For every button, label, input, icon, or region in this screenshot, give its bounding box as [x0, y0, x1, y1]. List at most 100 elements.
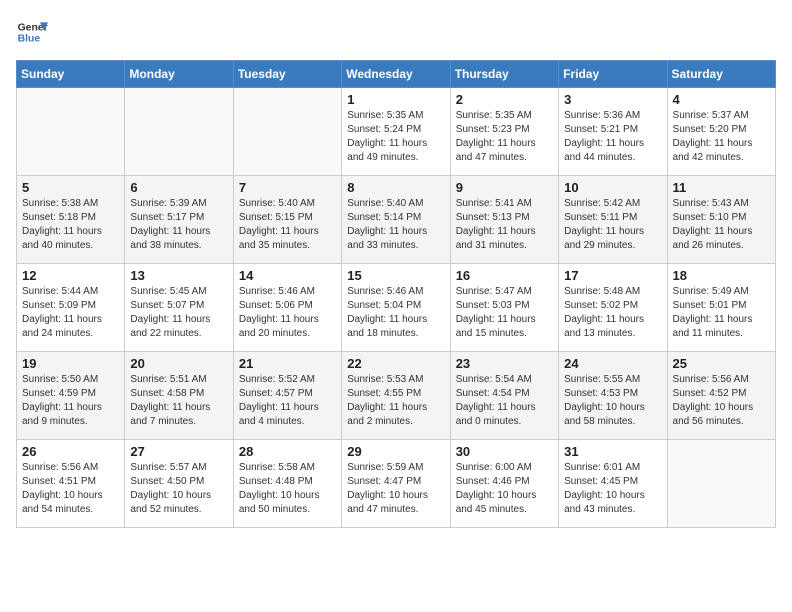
day-number: 31 — [564, 444, 661, 459]
day-number: 25 — [673, 356, 770, 371]
calendar-cell — [125, 88, 233, 176]
day-number: 3 — [564, 92, 661, 107]
calendar-cell: 28 Sunrise: 5:58 AM Sunset: 4:48 PM Dayli… — [233, 440, 341, 528]
calendar-week-row: 26Sunrise: 5:56 AM Sunset: 4:51 PM Dayli… — [17, 440, 776, 528]
day-number: 27 — [130, 444, 227, 459]
calendar-cell: 18 Sunrise: 5:49 AM Sunset: 5:01 PM Dayli… — [667, 264, 775, 352]
svg-text:Blue: Blue — [18, 34, 41, 45]
cell-text: Sunrise: 5:38 AM Sunset: 5:18 PM Dayligh… — [22, 197, 119, 253]
day-number: 10 — [564, 180, 661, 195]
day-number: 1 — [347, 92, 444, 107]
weekday-header: Saturday — [667, 61, 775, 88]
day-number: 23 — [456, 356, 553, 371]
cell-text: Sunrise: 5:48 AM Sunset: 5:02 PM Dayligh… — [564, 285, 661, 341]
calendar-cell: 2Sunrise: 5:35 AM Sunset: 5:23 PM Daylig… — [450, 88, 558, 176]
day-number: 12 — [22, 268, 119, 283]
cell-text: Sunrise: 5:56 AM Sunset: 4:52 PM Dayligh… — [673, 373, 770, 429]
day-number: 6 — [130, 180, 227, 195]
cell-text: Sunrise: 5:39 AM Sunset: 5:17 PM Dayligh… — [130, 197, 227, 253]
cell-text: Sunrise: 5:55 AM Sunset: 4:53 PM Dayligh… — [564, 373, 661, 429]
day-number: 14 — [239, 268, 336, 283]
calendar-cell: 6 Sunrise: 5:39 AM Sunset: 5:17 PM Daylig… — [125, 176, 233, 264]
logo: General Blue — [16, 16, 48, 48]
calendar-cell: 19 Sunrise: 5:50 AM Sunset: 4:59 PM Dayli… — [17, 352, 125, 440]
day-number: 17 — [564, 268, 661, 283]
cell-text: Sunrise: 5:42 AM Sunset: 5:11 PM Dayligh… — [564, 197, 661, 253]
calendar-cell: 21 Sunrise: 5:52 AM Sunset: 4:57 PM Dayli… — [233, 352, 341, 440]
cell-text: Sunrise: 5:43 AM Sunset: 5:10 PM Dayligh… — [673, 197, 770, 253]
cell-text: Sunrise: 5:36 AM Sunset: 5:21 PM Dayligh… — [564, 109, 661, 165]
cell-text: Sunrise: 5:57 AM Sunset: 4:50 PM Dayligh… — [130, 461, 227, 517]
header-row: SundayMondayTuesdayWednesdayThursdayFrid… — [17, 61, 776, 88]
calendar-cell: 27 Sunrise: 5:57 AM Sunset: 4:50 PM Dayli… — [125, 440, 233, 528]
calendar-cell — [233, 88, 341, 176]
cell-text: Sunrise: 5:59 AM Sunset: 4:47 PM Dayligh… — [347, 461, 444, 517]
calendar-cell: 3 Sunrise: 5:36 AM Sunset: 5:21 PM Daylig… — [559, 88, 667, 176]
page-header: General Blue — [16, 16, 776, 48]
calendar-cell: 10 Sunrise: 5:42 AM Sunset: 5:11 PM Dayli… — [559, 176, 667, 264]
cell-text: Sunrise: 5:41 AM Sunset: 5:13 PM Dayligh… — [456, 197, 553, 253]
calendar-table: SundayMondayTuesdayWednesdayThursdayFrid… — [16, 60, 776, 528]
cell-text: Sunrise: 5:52 AM Sunset: 4:57 PM Dayligh… — [239, 373, 336, 429]
cell-text: Sunrise: 5:46 AM Sunset: 5:06 PM Dayligh… — [239, 285, 336, 341]
cell-text: Sunrise: 5:50 AM Sunset: 4:59 PM Dayligh… — [22, 373, 119, 429]
day-number: 19 — [22, 356, 119, 371]
calendar-cell: 9 Sunrise: 5:41 AM Sunset: 5:13 PM Daylig… — [450, 176, 558, 264]
cell-text: Sunrise: 5:51 AM Sunset: 4:58 PM Dayligh… — [130, 373, 227, 429]
calendar-cell: 15 Sunrise: 5:46 AM Sunset: 5:04 PM Dayli… — [342, 264, 450, 352]
calendar-cell: 1 Sunrise: 5:35 AM Sunset: 5:24 PM Daylig… — [342, 88, 450, 176]
day-number: 8 — [347, 180, 444, 195]
calendar-cell: 26Sunrise: 5:56 AM Sunset: 4:51 PM Dayli… — [17, 440, 125, 528]
calendar-cell: 11Sunrise: 5:43 AM Sunset: 5:10 PM Dayli… — [667, 176, 775, 264]
cell-text: Sunrise: 5:35 AM Sunset: 5:24 PM Dayligh… — [347, 109, 444, 165]
day-number: 29 — [347, 444, 444, 459]
cell-text: Sunrise: 5:40 AM Sunset: 5:14 PM Dayligh… — [347, 197, 444, 253]
calendar-week-row: 12 Sunrise: 5:44 AM Sunset: 5:09 PM Dayli… — [17, 264, 776, 352]
weekday-header: Sunday — [17, 61, 125, 88]
cell-text: Sunrise: 5:46 AM Sunset: 5:04 PM Dayligh… — [347, 285, 444, 341]
calendar-cell — [17, 88, 125, 176]
calendar-cell: 30Sunrise: 6:00 AM Sunset: 4:46 PM Dayli… — [450, 440, 558, 528]
calendar-cell: 31Sunrise: 6:01 AM Sunset: 4:45 PM Dayli… — [559, 440, 667, 528]
day-number: 20 — [130, 356, 227, 371]
day-number: 4 — [673, 92, 770, 107]
cell-text: Sunrise: 5:49 AM Sunset: 5:01 PM Dayligh… — [673, 285, 770, 341]
calendar-cell: 24 Sunrise: 5:55 AM Sunset: 4:53 PM Dayli… — [559, 352, 667, 440]
calendar-cell: 16Sunrise: 5:47 AM Sunset: 5:03 PM Dayli… — [450, 264, 558, 352]
day-number: 21 — [239, 356, 336, 371]
cell-text: Sunrise: 5:58 AM Sunset: 4:48 PM Dayligh… — [239, 461, 336, 517]
calendar-cell — [667, 440, 775, 528]
day-number: 2 — [456, 92, 553, 107]
calendar-cell: 13 Sunrise: 5:45 AM Sunset: 5:07 PM Dayli… — [125, 264, 233, 352]
weekday-header: Monday — [125, 61, 233, 88]
day-number: 24 — [564, 356, 661, 371]
day-number: 28 — [239, 444, 336, 459]
day-number: 26 — [22, 444, 119, 459]
cell-text: Sunrise: 5:53 AM Sunset: 4:55 PM Dayligh… — [347, 373, 444, 429]
calendar-cell: 23 Sunrise: 5:54 AM Sunset: 4:54 PM Dayli… — [450, 352, 558, 440]
weekday-header: Friday — [559, 61, 667, 88]
day-number: 18 — [673, 268, 770, 283]
weekday-header: Tuesday — [233, 61, 341, 88]
day-number: 22 — [347, 356, 444, 371]
cell-text: Sunrise: 5:45 AM Sunset: 5:07 PM Dayligh… — [130, 285, 227, 341]
day-number: 13 — [130, 268, 227, 283]
calendar-cell: 20 Sunrise: 5:51 AM Sunset: 4:58 PM Dayli… — [125, 352, 233, 440]
cell-text: Sunrise: 5:44 AM Sunset: 5:09 PM Dayligh… — [22, 285, 119, 341]
cell-text: Sunrise: 5:54 AM Sunset: 4:54 PM Dayligh… — [456, 373, 553, 429]
calendar-header: SundayMondayTuesdayWednesdayThursdayFrid… — [17, 61, 776, 88]
calendar-body: 1 Sunrise: 5:35 AM Sunset: 5:24 PM Daylig… — [17, 88, 776, 528]
day-number: 30 — [456, 444, 553, 459]
calendar-cell: 22 Sunrise: 5:53 AM Sunset: 4:55 PM Dayli… — [342, 352, 450, 440]
calendar-cell: 12 Sunrise: 5:44 AM Sunset: 5:09 PM Dayli… — [17, 264, 125, 352]
day-number: 9 — [456, 180, 553, 195]
calendar-week-row: 19 Sunrise: 5:50 AM Sunset: 4:59 PM Dayli… — [17, 352, 776, 440]
calendar-cell: 17 Sunrise: 5:48 AM Sunset: 5:02 PM Dayli… — [559, 264, 667, 352]
day-number: 5 — [22, 180, 119, 195]
day-number: 7 — [239, 180, 336, 195]
calendar-week-row: 5 Sunrise: 5:38 AM Sunset: 5:18 PM Daylig… — [17, 176, 776, 264]
weekday-header: Thursday — [450, 61, 558, 88]
calendar-cell: 4Sunrise: 5:37 AM Sunset: 5:20 PM Daylig… — [667, 88, 775, 176]
calendar-cell: 8 Sunrise: 5:40 AM Sunset: 5:14 PM Daylig… — [342, 176, 450, 264]
day-number: 15 — [347, 268, 444, 283]
